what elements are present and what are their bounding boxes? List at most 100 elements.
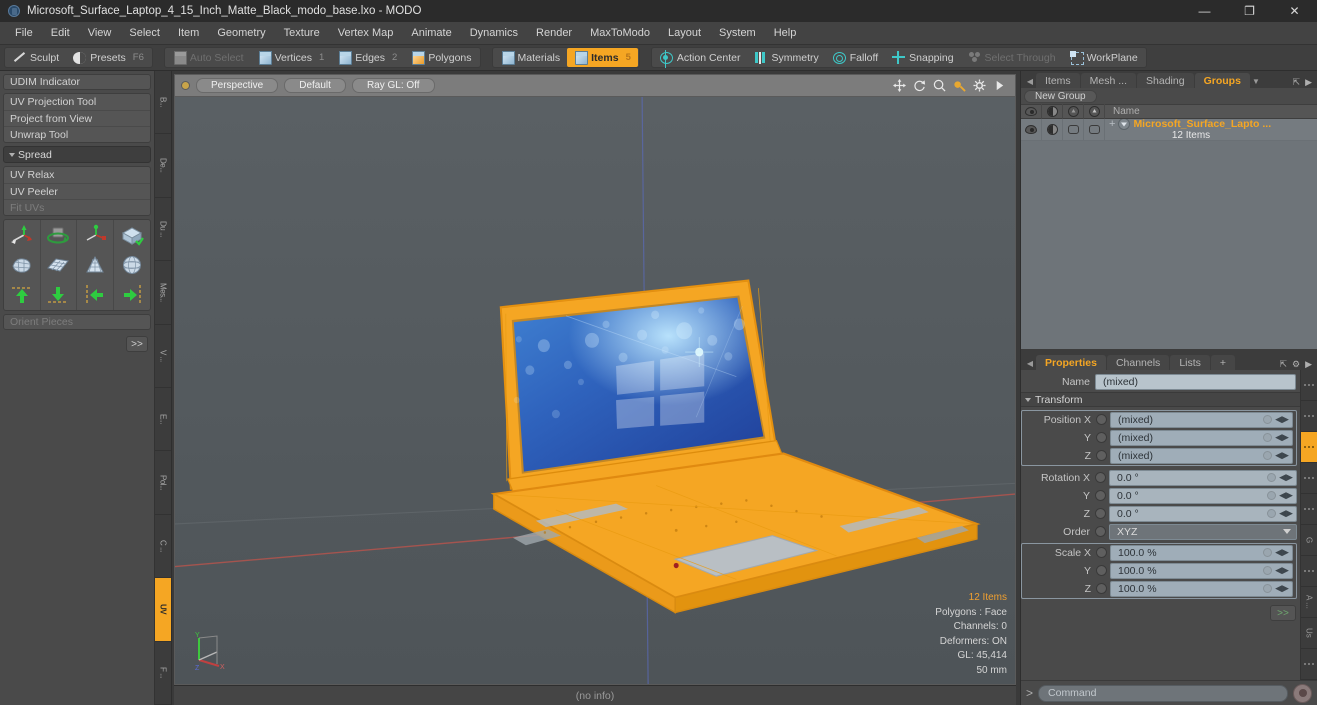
left-vtab-duplicate[interactable]: Du ... [155, 198, 171, 262]
rotation-y-spinner[interactable]: ◀▶ [1279, 490, 1293, 502]
scale-z-endknob[interactable] [1263, 584, 1272, 593]
right-vtab-general[interactable]: G [1301, 525, 1317, 556]
expander-icon[interactable]: + [1109, 119, 1115, 130]
properties-more-button[interactable]: >> [1270, 605, 1296, 621]
scale-y-spinner[interactable]: ◀▶ [1275, 565, 1289, 577]
viewport-menu-dot[interactable] [181, 81, 190, 90]
align-up-icon-button[interactable] [4, 280, 41, 310]
menu-vertex-map[interactable]: Vertex Map [329, 24, 403, 42]
position-x-knob[interactable] [1096, 414, 1107, 425]
zoom-icon[interactable] [933, 79, 946, 92]
sculpt-button[interactable]: Sculpt [6, 48, 66, 67]
menu-file[interactable]: File [6, 24, 42, 42]
row-lock-toggle[interactable] [1063, 119, 1084, 141]
menu-texture[interactable]: Texture [275, 24, 329, 42]
menu-item[interactable]: Item [169, 24, 208, 42]
unwrap-tool-button[interactable]: Unwrap Tool [4, 126, 150, 142]
scale-y-input[interactable]: 100.0 % ◀▶ [1110, 562, 1293, 579]
viewport-shading-button[interactable]: Default [284, 78, 346, 93]
left-vtab-edge[interactable]: E... [155, 388, 171, 452]
right-vtab-1[interactable] [1301, 370, 1317, 401]
right-vtab-assembly[interactable]: A ... [1301, 587, 1317, 618]
menu-maxtomodo[interactable]: MaxToModo [581, 24, 659, 42]
new-group-button[interactable]: New Group [1024, 89, 1097, 103]
scale-x-spinner[interactable]: ◀▶ [1275, 547, 1289, 559]
group-list-body[interactable]: + Microsoft_Surface_Lapto ... 12 Items [1021, 119, 1317, 349]
tab-scroll-left-icon[interactable]: ◀ [1025, 74, 1035, 88]
name-input[interactable]: (mixed) [1095, 373, 1296, 390]
symmetry-button[interactable]: Symmetry [748, 48, 826, 67]
menu-help[interactable]: Help [765, 24, 806, 42]
udim-indicator-button[interactable]: UDIM Indicator [3, 74, 151, 90]
spread-section-header[interactable]: Spread [3, 146, 151, 163]
menu-layout[interactable]: Layout [659, 24, 710, 42]
rotation-z-knob[interactable] [1095, 508, 1106, 519]
tab-groups[interactable]: Groups [1194, 73, 1250, 88]
scale-z-input[interactable]: 100.0 % ◀▶ [1110, 580, 1293, 597]
axis-gizmo[interactable]: Y X Z [187, 630, 233, 672]
tab-shading[interactable]: Shading [1137, 73, 1194, 88]
menu-edit[interactable]: Edit [42, 24, 79, 42]
row-visibility-toggle[interactable] [1021, 119, 1042, 141]
pan-icon[interactable] [893, 79, 906, 92]
record-icon[interactable] [1293, 683, 1312, 703]
order-dropdown[interactable]: XYZ [1109, 523, 1297, 540]
left-vtab-curve[interactable]: C ... [155, 515, 171, 579]
col-lock[interactable] [1063, 104, 1084, 119]
viewport-canvas[interactable]: 12 Items Polygons : Face Channels: 0 Def… [175, 97, 1015, 684]
chevron-right-icon[interactable]: ▶ [1305, 359, 1312, 370]
uv-fit-icon-button[interactable] [114, 220, 151, 250]
uv-grid-icon-button[interactable] [41, 250, 77, 280]
menu-system[interactable]: System [710, 24, 765, 42]
gear-icon[interactable]: ⚙ [1292, 359, 1300, 370]
auto-select-button[interactable]: Auto Select [166, 48, 251, 67]
menu-render[interactable]: Render [527, 24, 581, 42]
tab-properties[interactable]: Properties [1036, 355, 1106, 370]
tab-items[interactable]: Items [1036, 73, 1080, 88]
left-vtab-fusion[interactable]: F ... [155, 642, 171, 705]
left-vtab-basic[interactable]: B... [155, 71, 171, 135]
position-z-endknob[interactable] [1263, 451, 1272, 460]
menu-select[interactable]: Select [120, 24, 169, 42]
rotation-z-endknob[interactable] [1267, 509, 1276, 518]
menu-animate[interactable]: Animate [402, 24, 460, 42]
polygons-button[interactable]: Polygons [404, 48, 478, 67]
scale-z-spinner[interactable]: ◀▶ [1275, 583, 1289, 595]
rotation-x-knob[interactable] [1095, 472, 1106, 483]
right-vtab-5[interactable] [1301, 494, 1317, 525]
viewport-view-button[interactable]: Perspective [196, 78, 279, 93]
uv-peeler-button[interactable]: UV Peeler [4, 183, 150, 199]
order-knob[interactable] [1095, 526, 1106, 537]
col-shading[interactable] [1042, 104, 1063, 119]
left-vtab-deform[interactable]: De... [155, 134, 171, 198]
fit-uvs-button[interactable]: Fit UVs [4, 199, 150, 215]
left-vtab-mesh[interactable]: Mes... [155, 261, 171, 325]
align-right-icon-button[interactable] [114, 280, 151, 310]
rotation-x-input[interactable]: 0.0 ° ◀▶ [1109, 469, 1297, 486]
rotation-y-endknob[interactable] [1267, 491, 1276, 500]
rotation-y-knob[interactable] [1095, 490, 1106, 501]
workplane-button[interactable]: WorkPlane [1063, 48, 1145, 67]
right-vtab-2[interactable] [1301, 401, 1317, 432]
tab-add[interactable]: + [1210, 355, 1236, 370]
materials-button[interactable]: Materials [494, 48, 568, 67]
scale-x-knob[interactable] [1096, 547, 1107, 558]
items-button[interactable]: Items 5 [567, 48, 638, 67]
align-down-icon-button[interactable] [41, 280, 77, 310]
transform-section-header[interactable]: Transform [1021, 392, 1300, 407]
tab-mesh[interactable]: Mesh ... [1080, 73, 1137, 88]
orient-pieces-button[interactable]: Orient Pieces [3, 314, 151, 330]
select-through-button[interactable]: Select Through [961, 48, 1063, 67]
uv-relax-button[interactable]: UV Relax [4, 167, 150, 183]
uv-cone-icon-button[interactable] [77, 250, 114, 280]
rotation-x-endknob[interactable] [1267, 473, 1276, 482]
minimize-button[interactable]: — [1182, 0, 1227, 22]
scale-y-knob[interactable] [1096, 565, 1107, 576]
row-render-toggle[interactable] [1084, 119, 1105, 141]
tab-lists[interactable]: Lists [1170, 355, 1210, 370]
position-y-spinner[interactable]: ◀▶ [1275, 432, 1289, 444]
align-left-icon-button[interactable] [77, 280, 114, 310]
right-vtab-3-active[interactable] [1301, 432, 1317, 463]
menu-view[interactable]: View [79, 24, 121, 42]
viewport-raygl-button[interactable]: Ray GL: Off [351, 78, 435, 93]
